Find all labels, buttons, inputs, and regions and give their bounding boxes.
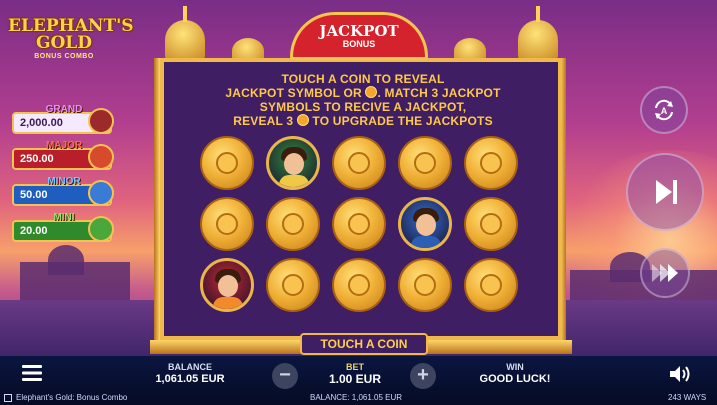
- footer-game-name: Elephant's Gold: Bonus Combo: [16, 393, 128, 402]
- right-spire: [536, 6, 540, 22]
- gold-coin[interactable]: [398, 136, 452, 190]
- bet-label: BET: [346, 362, 364, 372]
- autoplay-icon: A: [655, 99, 673, 121]
- logo-title-line2: GOLD: [35, 33, 93, 53]
- mini-character-icon: [88, 216, 114, 242]
- gold-coin[interactable]: [398, 258, 452, 312]
- grand-character-icon: [88, 108, 114, 134]
- instruction-line-3: SYMBOLS TO RECIVE A JACKPOT,: [259, 100, 467, 114]
- speaker-icon: [670, 366, 690, 382]
- hamburger-menu-icon: [22, 365, 42, 381]
- balance-label: BALANCE: [168, 362, 212, 372]
- flower-emblem-icon: [480, 152, 502, 174]
- increase-bet-button[interactable]: +: [410, 363, 436, 389]
- flower-emblem-icon: [216, 213, 238, 235]
- jackpot-grand-value: 2,000.00: [20, 117, 63, 129]
- flower-emblem-icon: [348, 152, 370, 174]
- jackpot-minor: MINOR 50.00: [12, 176, 114, 206]
- menu-button[interactable]: [22, 364, 42, 382]
- fullscreen-icon[interactable]: [4, 394, 12, 402]
- spin-button[interactable]: [626, 153, 704, 231]
- right-dome: [518, 20, 558, 60]
- gold-coin[interactable]: [200, 136, 254, 190]
- bonus-title: JACKPOT: [319, 22, 399, 40]
- jackpot-mini: MINI 20.00: [12, 212, 114, 242]
- character-face: [284, 153, 304, 175]
- blue-character-coin[interactable]: [398, 197, 452, 251]
- instruction-line-4a: REVEAL 3: [233, 114, 294, 128]
- turbo-button[interactable]: [640, 248, 690, 298]
- left-spire: [183, 6, 187, 22]
- gold-coin[interactable]: [332, 136, 386, 190]
- instruction-line-2a: JACKPOT SYMBOL OR: [225, 86, 362, 100]
- minus-icon: −: [279, 364, 291, 386]
- gold-coin[interactable]: [464, 197, 518, 251]
- balance-value: 1,061.05 EUR: [155, 373, 225, 385]
- gold-coin[interactable]: [266, 258, 320, 312]
- minor-character-icon: [88, 180, 114, 206]
- left-dome: [165, 20, 205, 60]
- logo-subtitle: BONUS COMBO: [34, 53, 94, 60]
- decrease-bet-button[interactable]: −: [272, 363, 298, 389]
- win-label: WIN: [506, 362, 524, 372]
- gold-coin[interactable]: [464, 136, 518, 190]
- flower-emblem-icon: [282, 274, 304, 296]
- palace-dome-left: [48, 245, 84, 275]
- sound-button[interactable]: [668, 364, 692, 384]
- flower-emblem-icon: [480, 274, 502, 296]
- major-character-icon: [88, 144, 114, 170]
- flower-emblem-icon: [480, 213, 502, 235]
- bonus-instructions: TOUCH A COIN TO REVEAL JACKPOT SYMBOL OR…: [190, 72, 536, 128]
- flower-emblem-icon: [348, 274, 370, 296]
- plus-icon: +: [417, 364, 429, 386]
- footer-balance: BALANCE: 1,061.05 EUR: [310, 393, 403, 402]
- flower-emblem-icon: [282, 213, 304, 235]
- gold-coin[interactable]: [266, 197, 320, 251]
- jackpot-major-value: 250.00: [20, 153, 54, 165]
- win-value: GOOD LUCK!: [479, 373, 551, 385]
- touch-a-coin-banner: TOUCH A COIN: [300, 333, 428, 355]
- jackpot-mini-value: 20.00: [20, 225, 48, 237]
- instruction-line-4b: TO UPGRADE THE JACKPOTS: [312, 114, 493, 128]
- instruction-line-4: REVEAL 3 TO UPGRADE THE JACKPOTS: [190, 114, 536, 128]
- ways-count: 243 WAYS: [668, 393, 707, 402]
- jackpot-bonus-crest: JACKPOT BONUS: [290, 12, 428, 60]
- character-face: [416, 214, 436, 236]
- coin-icon: [365, 86, 378, 98]
- turbo-icon: [652, 264, 678, 282]
- green-character-coin[interactable]: [266, 136, 320, 190]
- instruction-line-2: JACKPOT SYMBOL OR . MATCH 3 JACKPOT: [190, 86, 536, 100]
- flower-emblem-icon: [414, 274, 436, 296]
- coin-icon: [296, 114, 309, 126]
- gold-coin[interactable]: [200, 197, 254, 251]
- red-character-coin[interactable]: [200, 258, 254, 312]
- bet-value: 1.00 EUR: [328, 372, 382, 386]
- jackpot-minor-value: 50.00: [20, 189, 48, 201]
- bonus-subtitle: BONUS: [342, 39, 376, 49]
- autoplay-button[interactable]: A: [640, 86, 688, 134]
- svg-text:A: A: [661, 106, 668, 116]
- gold-coin[interactable]: [332, 258, 386, 312]
- flower-emblem-icon: [216, 152, 238, 174]
- flower-emblem-icon: [348, 213, 370, 235]
- flower-emblem-icon: [414, 152, 436, 174]
- instruction-line-2b: . MATCH 3 JACKPOT: [377, 86, 501, 100]
- gold-coin[interactable]: [464, 258, 518, 312]
- instruction-line-1: TOUCH A COIN TO REVEAL: [281, 72, 445, 86]
- gold-coin[interactable]: [332, 197, 386, 251]
- game-logo: ELEPHANT'S GOLD BONUS COMBO: [8, 18, 134, 61]
- skip-icon: [656, 180, 677, 204]
- character-face: [218, 275, 238, 297]
- jackpot-major: MAJOR 250.00: [12, 140, 114, 170]
- jackpot-grand: GRAND 2,000.00: [12, 104, 114, 134]
